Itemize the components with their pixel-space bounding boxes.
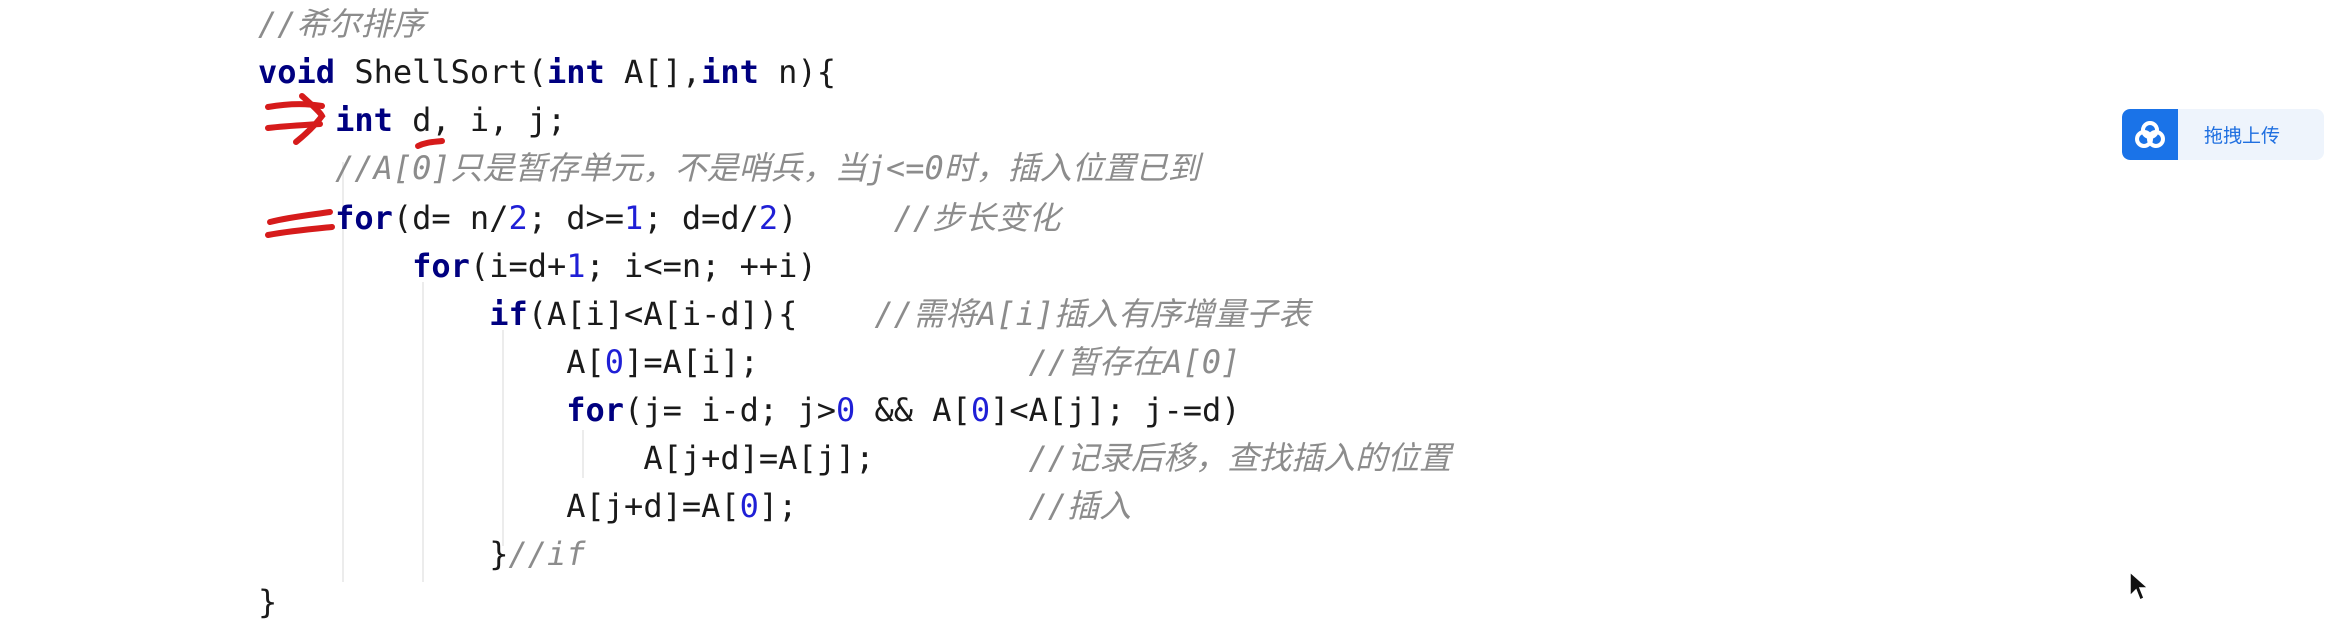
annotation-layer xyxy=(265,93,445,238)
underline-mark xyxy=(415,138,445,149)
upload-button-label: 拖拽上传 xyxy=(2204,126,2281,147)
cloud-upload-icon xyxy=(2122,109,2178,160)
double-arrow-mark xyxy=(265,93,326,145)
mouse-pointer-icon xyxy=(2129,570,2150,602)
upload-button[interactable]: 拖拽上传 xyxy=(2122,109,2324,160)
double-dash-mark xyxy=(265,209,335,238)
